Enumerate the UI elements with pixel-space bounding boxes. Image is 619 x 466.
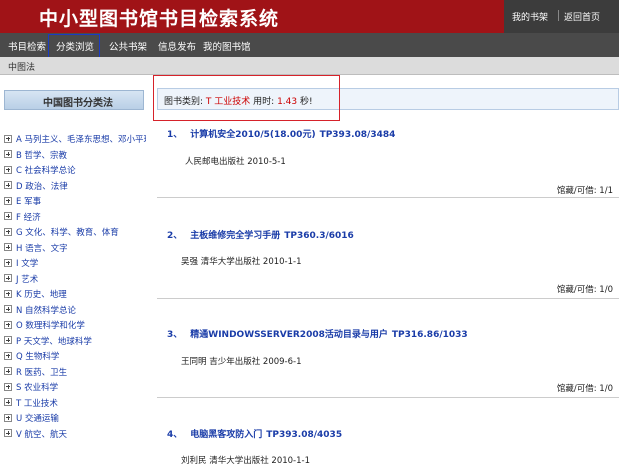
expand-icon[interactable]: [4, 413, 12, 422]
result-number: 1、: [167, 130, 183, 140]
result-item: 4、 电脑黑客攻防入门 TP393.08/4035 刘利民 清华大学出版社 2010…: [157, 427, 619, 466]
expand-icon[interactable]: [4, 398, 12, 406]
expand-icon[interactable]: [4, 305, 12, 313]
expand-icon[interactable]: [4, 243, 12, 251]
category-item[interactable]: U 交通运输: [4, 412, 146, 428]
result-title[interactable]: 精通WINDOWSSERVER2008活动目录与用户: [190, 330, 388, 340]
nav-item-my-library[interactable]: 我的图书馆: [203, 39, 251, 53]
sidebar-heading: 中国图书分类法: [4, 90, 144, 110]
category-item[interactable]: D 政治、法律: [4, 180, 146, 196]
expand-icon[interactable]: [4, 429, 12, 437]
result-publisher: 王同明 吉少年出版社 2009-6-1: [181, 357, 302, 367]
category-item[interactable]: E 军事: [4, 195, 146, 211]
result-divider: [157, 197, 619, 198]
result-call-number: TP393.08/3484: [319, 130, 396, 140]
back-home-link[interactable]: 返回首页: [564, 10, 600, 23]
expand-icon[interactable]: [4, 289, 12, 298]
result-holdings: 馆藏/可借: 1/0: [556, 285, 613, 295]
category-item[interactable]: J 艺术: [4, 273, 146, 289]
expand-icon[interactable]: [4, 212, 12, 220]
category-item[interactable]: T 工业技术: [4, 397, 146, 413]
sub-nav-clc[interactable]: 中图法: [8, 60, 35, 73]
result-head: 1、 计算机安全2010/5(18.00元) TP393.08/3484: [157, 127, 619, 140]
result-item: 3、 精通WINDOWSSERVER2008活动目录与用户 TP316.86/103…: [157, 327, 619, 398]
result-head: 3、 精通WINDOWSSERVER2008活动目录与用户 TP316.86/103…: [157, 327, 619, 340]
category-item[interactable]: S 农业科学: [4, 381, 146, 397]
category-item[interactable]: N 自然科学总论: [4, 304, 146, 320]
my-bookshelf-link[interactable]: 我的书架: [512, 10, 548, 23]
result-item: 1、 计算机安全2010/5(18.00元) TP393.08/3484 人民邮电出…: [157, 127, 619, 198]
nav-item-search[interactable]: 书目检索: [8, 39, 46, 53]
expand-icon[interactable]: [4, 274, 12, 282]
expand-icon[interactable]: [4, 227, 12, 236]
result-call-number: TP360.3/6016: [284, 231, 354, 241]
expand-icon[interactable]: [4, 367, 12, 375]
result-number: 4、: [167, 430, 183, 440]
result-holdings: 馆藏/可借: 1/1: [556, 186, 613, 196]
category-item[interactable]: F 经济: [4, 211, 146, 227]
category-item[interactable]: K 历史、地理: [4, 288, 146, 304]
result-head: 4、 电脑黑客攻防入门 TP393.08/4035: [157, 427, 619, 440]
category-item[interactable]: B 哲学、宗教: [4, 149, 146, 165]
info-highlight-box: [153, 75, 340, 121]
result-head: 2、 主板维修完全学习手册 TP360.3/6016: [157, 228, 619, 241]
expand-icon[interactable]: [4, 196, 12, 205]
result-holdings: 馆藏/可借: 1/0: [556, 384, 613, 394]
category-item[interactable]: O 数理科学和化学: [4, 319, 146, 335]
header-separator: [558, 10, 559, 21]
result-divider: [157, 298, 619, 299]
category-item[interactable]: V 航空、航天: [4, 428, 146, 444]
result-publisher: 吴强 清华大学出版社 2010-1-1: [181, 257, 302, 267]
expand-icon[interactable]: [4, 150, 12, 158]
result-number: 3、: [167, 330, 183, 340]
category-item[interactable]: C 社会科学总论: [4, 164, 146, 180]
expand-icon[interactable]: [4, 382, 12, 391]
result-publisher: 人民邮电出版社 2010-5-1: [185, 157, 286, 167]
result-item: 2、 主板维修完全学习手册 TP360.3/6016 吴强 清华大学出版社 2010…: [157, 228, 619, 299]
expand-icon[interactable]: [4, 351, 12, 360]
expand-icon[interactable]: [4, 181, 12, 189]
result-call-number: TP393.08/4035: [266, 430, 343, 440]
result-title[interactable]: 电脑黑客攻防入门: [190, 430, 262, 440]
result-title[interactable]: 计算机安全2010/5(18.00元): [190, 130, 315, 140]
category-item[interactable]: I 文学: [4, 257, 146, 273]
category-item[interactable]: R 医药、卫生: [4, 366, 146, 382]
category-item[interactable]: P 天文学、地球科学: [4, 335, 146, 351]
sub-nav-bar: 中图法: [0, 57, 619, 75]
result-title[interactable]: 主板维修完全学习手册: [190, 231, 280, 241]
expand-icon[interactable]: [4, 320, 12, 329]
category-item[interactable]: H 语言、文字: [4, 242, 146, 258]
result-divider: [157, 397, 619, 398]
nav-item-news[interactable]: 信息发布: [158, 39, 196, 53]
sidebar-heading-text: 中国图书分类法: [43, 98, 113, 109]
nav-item-public-shelf[interactable]: 公共书架: [109, 39, 147, 53]
result-publisher: 刘利民 清华大学出版社 2010-1-1: [181, 456, 310, 466]
app-title: 中小型图书馆书目检索系统: [39, 8, 280, 30]
result-call-number: TP316.86/1033: [391, 330, 468, 340]
expand-icon[interactable]: [4, 134, 12, 143]
category-tree: A 马列主义、毛泽东思想、邓小平理论 B 哲学、宗教 C 社会科学总论 D 政治…: [4, 133, 146, 443]
expand-icon[interactable]: [4, 165, 12, 174]
category-item[interactable]: G 文化、科学、教育、体育: [4, 226, 146, 242]
expand-icon[interactable]: [4, 336, 12, 344]
result-number: 2、: [167, 231, 183, 241]
header-bar: 中小型图书馆书目检索系统 我的书架 返回首页: [0, 0, 619, 33]
category-item[interactable]: Q 生物科学: [4, 350, 146, 366]
header-links: 我的书架 返回首页: [504, 0, 619, 33]
expand-icon[interactable]: [4, 258, 12, 267]
category-item[interactable]: A 马列主义、毛泽东思想、邓小平理论: [4, 133, 146, 149]
